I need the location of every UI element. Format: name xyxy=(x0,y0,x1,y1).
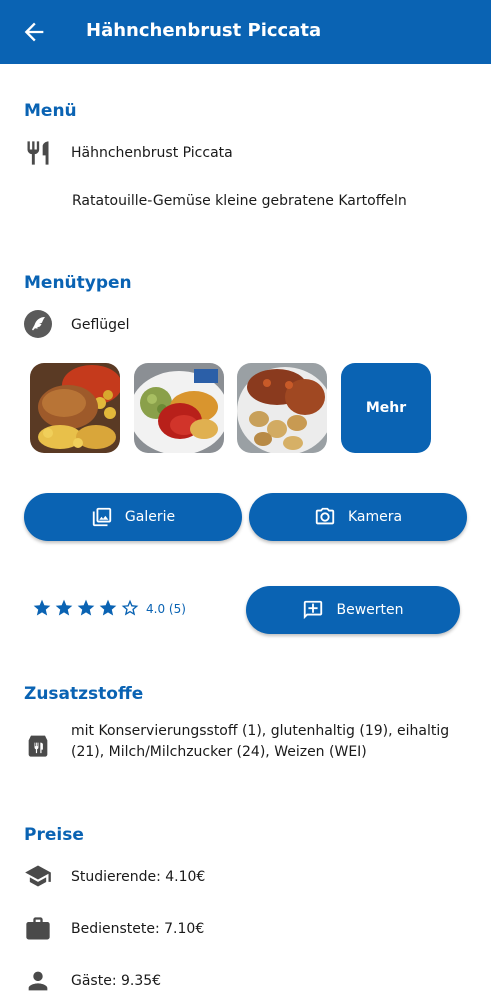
price-staff: Bedienstete: 7.10€ xyxy=(71,921,205,937)
menu-heading: Menü xyxy=(24,101,77,121)
menu-name: Hähnchenbrust Piccata xyxy=(71,145,233,161)
feather-icon xyxy=(24,310,52,338)
rate-button-label: Bewerten xyxy=(336,602,404,618)
gallery-button-label: Galerie xyxy=(124,509,176,525)
price-students: Studierende: 4.10€ xyxy=(71,869,206,885)
more-photos-button[interactable]: Mehr xyxy=(341,363,431,453)
gallery-icon xyxy=(92,507,112,527)
food-photo-3[interactable] xyxy=(237,363,327,453)
additives-text: mit Konservierungsstoff (1), glutenhalti… xyxy=(71,723,450,760)
price-guests: Gäste: 9.35€ xyxy=(71,973,162,989)
briefcase-icon xyxy=(26,917,50,940)
add-comment-icon xyxy=(304,600,323,620)
star-empty-icon xyxy=(121,599,139,616)
food-photo-1[interactable] xyxy=(30,363,120,453)
star-filled-icon xyxy=(33,599,51,616)
camera-button[interactable]: Kamera xyxy=(249,493,467,541)
star-filled-icon xyxy=(99,599,117,616)
page-title: Hähnchenbrust Piccata xyxy=(86,20,322,41)
camera-icon xyxy=(315,507,335,525)
star-rating xyxy=(32,598,140,618)
star-filled-icon xyxy=(55,599,73,616)
graduation-cap-icon xyxy=(25,865,51,887)
cutlery-icon xyxy=(27,141,49,165)
additives-heading: Zusatzstoffe xyxy=(24,684,144,704)
rating-text: 4.0 (5) xyxy=(146,602,186,616)
back-arrow-icon[interactable] xyxy=(20,18,48,46)
menu-type-label: Geflügel xyxy=(71,317,130,333)
person-icon xyxy=(28,971,48,991)
app-bar: Hähnchenbrust Piccata xyxy=(0,0,491,64)
food-allergen-icon xyxy=(28,735,48,757)
food-photo-2[interactable] xyxy=(134,363,224,453)
rate-button[interactable]: Bewerten xyxy=(246,586,460,634)
camera-button-label: Kamera xyxy=(347,509,403,525)
star-filled-icon xyxy=(77,599,95,616)
gallery-button[interactable]: Galerie xyxy=(24,493,242,541)
menutypes-heading: Menütypen xyxy=(24,273,132,293)
prices-heading: Preise xyxy=(24,825,84,845)
menu-sides: Ratatouille-Gemüse kleine gebratene Kart… xyxy=(72,193,407,209)
